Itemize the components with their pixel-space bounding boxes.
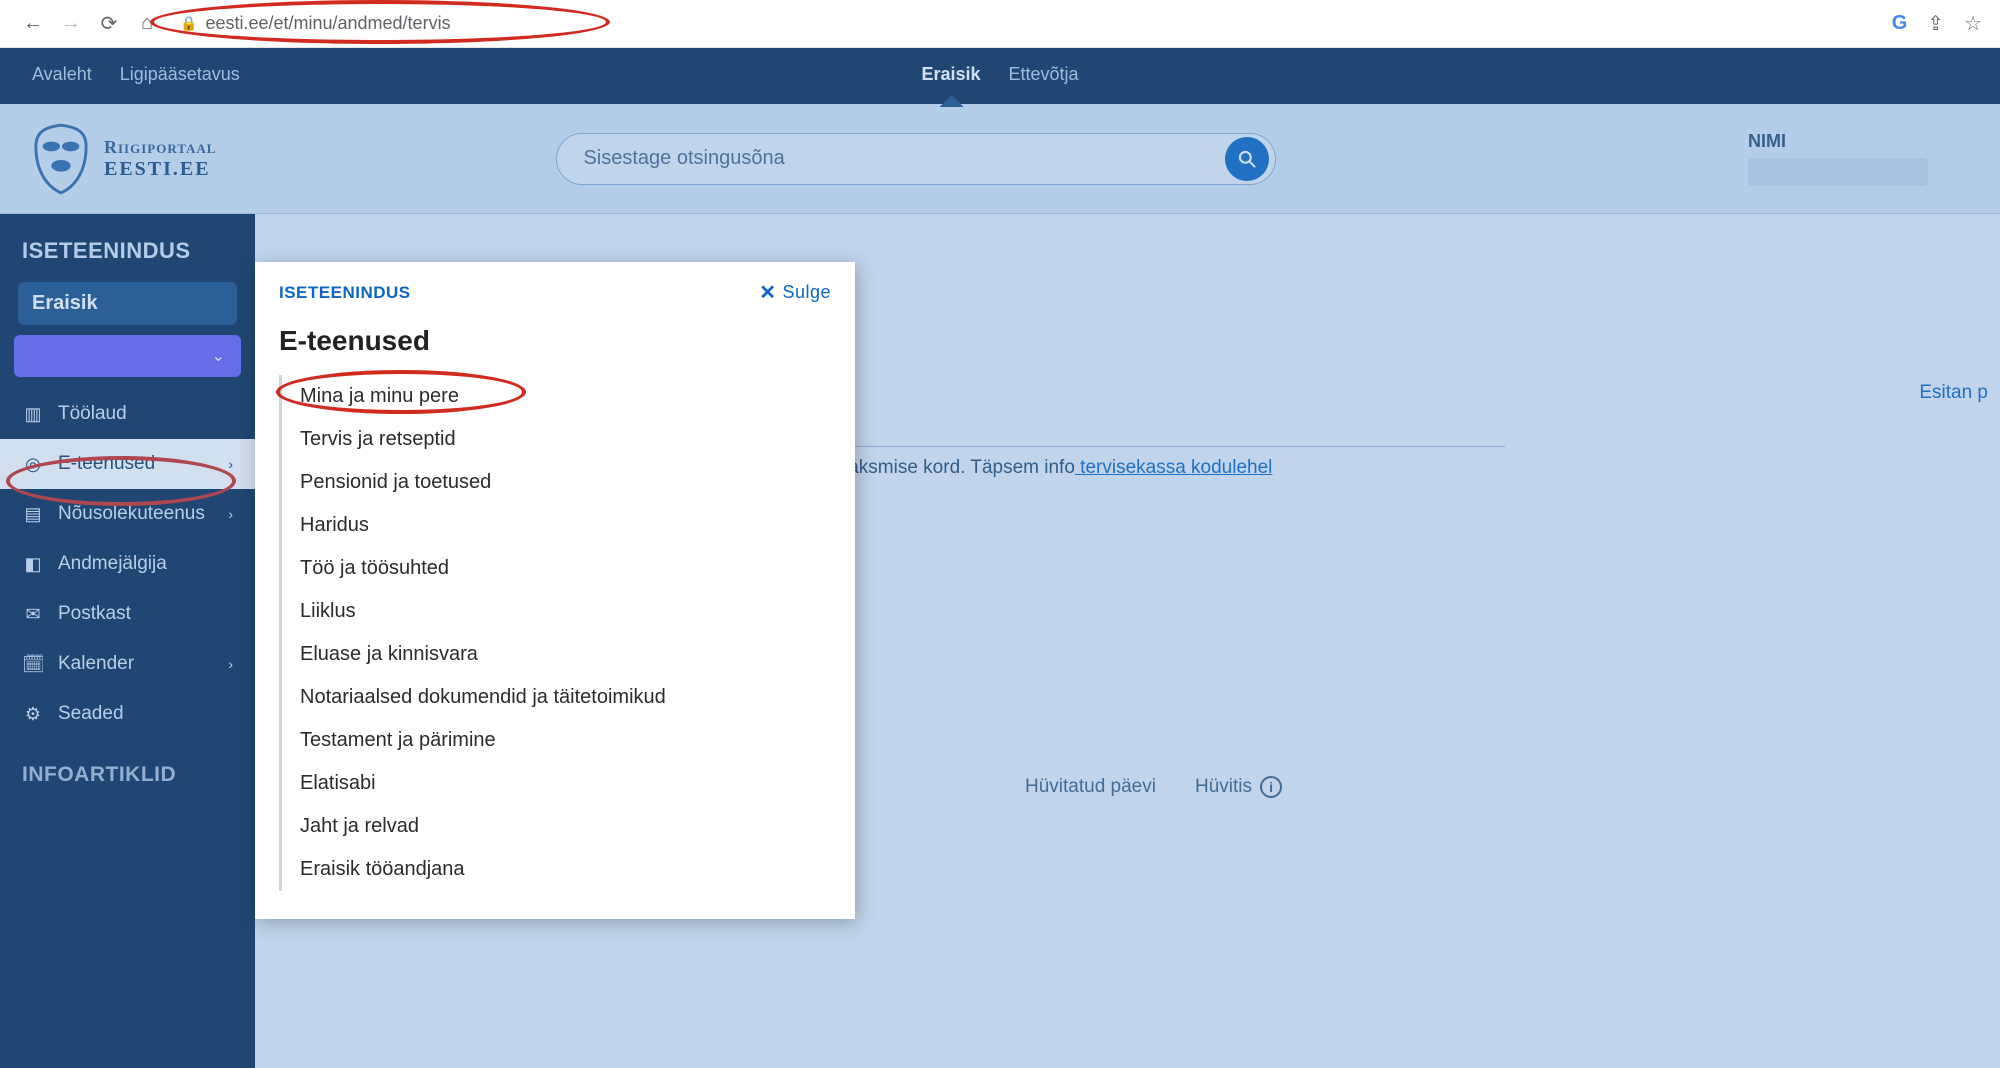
sidebar-item-label: Andmejälgija bbox=[58, 553, 167, 575]
user-block[interactable]: NIMI bbox=[1748, 131, 1928, 186]
bookmark-icon[interactable]: ☆ bbox=[1964, 11, 1982, 36]
sidebar-item-andmejalgija[interactable]: ◧ Andmejälgija bbox=[0, 539, 255, 589]
sidebar-item-toolaud[interactable]: ▥ Töölaud bbox=[0, 389, 255, 439]
flyout-item[interactable]: Haridus bbox=[282, 504, 831, 547]
topnav-home[interactable]: Avaleht bbox=[32, 64, 92, 89]
flyout-list: Mina ja minu pere Tervis ja retseptid Pe… bbox=[279, 375, 831, 891]
sidebar-item-label: Kalender bbox=[58, 653, 134, 675]
sidebar-item-eteenused[interactable]: ◎ E-teenused › bbox=[0, 439, 255, 489]
topnav-tab-eraisik[interactable]: Eraisik bbox=[921, 64, 980, 89]
info-link[interactable]: tervisekassa kodulehel bbox=[1075, 457, 1273, 478]
sidebar-user-dropdown[interactable]: ⌄ bbox=[14, 335, 241, 377]
sidebar-subheading: INFOARTIKLID bbox=[0, 739, 255, 787]
site-logo[interactable]: Riigiportaal EESTI.EE bbox=[32, 123, 216, 195]
sidebar-item-label: Seaded bbox=[58, 703, 124, 725]
reload-button[interactable]: ⟳ bbox=[94, 9, 124, 39]
brand-line2: EESTI.EE bbox=[104, 158, 216, 181]
top-nav: Avaleht Ligipääsetavus Eraisik Ettevõtja bbox=[0, 48, 2000, 104]
home-button[interactable]: ⌂ bbox=[132, 9, 162, 39]
brand-line1: Riigiportaal bbox=[104, 137, 216, 158]
info-icon[interactable]: i bbox=[1260, 776, 1282, 798]
lock-icon: 🔒 bbox=[180, 15, 197, 32]
flyout-item[interactable]: Pensionid ja toetused bbox=[282, 461, 831, 504]
settings-icon: ⚙ bbox=[22, 704, 44, 725]
google-icon[interactable]: G bbox=[1892, 12, 1908, 35]
sidebar-item-label: Töölaud bbox=[58, 403, 127, 425]
flyout-item[interactable]: Jaht ja relvad bbox=[282, 805, 831, 848]
sidebar-item-kalender[interactable]: 🗓 Kalender › bbox=[0, 639, 255, 689]
topnav-accessibility[interactable]: Ligipääsetavus bbox=[120, 64, 240, 89]
col-hyvitis: Hüvitis bbox=[1195, 776, 1252, 798]
flyout-item[interactable]: Elatisabi bbox=[282, 762, 831, 805]
tracker-icon: ◧ bbox=[22, 554, 44, 575]
flyout-item-tervis[interactable]: Tervis ja retseptid bbox=[282, 418, 831, 461]
address-bar[interactable]: 🔒 eesti.ee/et/minu/andmed/tervis bbox=[180, 13, 1862, 34]
search-icon bbox=[1237, 149, 1257, 169]
flyout-heading: ISETEENINDUS bbox=[279, 283, 411, 303]
consent-icon: ▤ bbox=[22, 504, 44, 525]
close-icon: ✕ bbox=[759, 280, 776, 305]
sidebar-item-label: E-teenused bbox=[58, 453, 155, 475]
sidebar-item-nousolek[interactable]: ▤ Nõusolekuteenus › bbox=[0, 489, 255, 539]
search-button[interactable] bbox=[1225, 137, 1269, 181]
user-label: NIMI bbox=[1748, 131, 1786, 151]
mailbox-icon: ✉ bbox=[22, 604, 44, 625]
share-icon[interactable]: ⇪ bbox=[1927, 11, 1944, 36]
sidebar: ISETEENINDUS Eraisik ⌄ ▥ Töölaud ◎ E-tee… bbox=[0, 214, 255, 1068]
flyout-close-label: Sulge bbox=[782, 282, 831, 303]
flyout-item[interactable]: Töö ja töösuhted bbox=[282, 547, 831, 590]
flyout-item[interactable]: Eluase ja kinnisvara bbox=[282, 633, 831, 676]
flyout-item[interactable]: Liiklus bbox=[282, 590, 831, 633]
chevron-right-icon: › bbox=[228, 506, 233, 522]
sidebar-item-postkast[interactable]: ✉ Postkast bbox=[0, 589, 255, 639]
back-button[interactable]: ← bbox=[18, 9, 48, 39]
flyout-item[interactable]: Testament ja pärimine bbox=[282, 719, 831, 762]
site-header: Riigiportaal EESTI.EE NIMI bbox=[0, 104, 2000, 214]
eteenused-flyout: ISETEENINDUS ✕ Sulge E-teenused Mina ja … bbox=[255, 262, 855, 919]
search-box[interactable] bbox=[556, 133, 1276, 185]
url-text: eesti.ee/et/minu/andmed/tervis bbox=[205, 13, 450, 34]
chevron-down-icon: ⌄ bbox=[212, 346, 225, 366]
coat-of-arms-icon bbox=[32, 123, 90, 195]
sidebar-item-label: Postkast bbox=[58, 603, 131, 625]
forward-button[interactable]: → bbox=[56, 9, 86, 39]
chevron-right-icon: › bbox=[228, 456, 233, 472]
calendar-icon: 🗓 bbox=[22, 654, 44, 675]
flyout-item[interactable]: Mina ja minu pere bbox=[282, 375, 831, 418]
search-input[interactable] bbox=[583, 147, 1225, 170]
col-hyvitatud: Hüvitatud päevi bbox=[1025, 776, 1156, 798]
chevron-right-icon: › bbox=[228, 656, 233, 672]
flyout-item[interactable]: Eraisik tööandjana bbox=[282, 848, 831, 891]
user-name-masked bbox=[1748, 158, 1928, 186]
flyout-title: E-teenused bbox=[279, 325, 831, 357]
topnav-tab-ettevotja[interactable]: Ettevõtja bbox=[1009, 64, 1079, 89]
flyout-close[interactable]: ✕ Sulge bbox=[759, 280, 831, 305]
sidebar-item-label: Nõusolekuteenus bbox=[58, 503, 205, 525]
sidebar-item-seaded[interactable]: ⚙ Seaded bbox=[0, 689, 255, 739]
eservices-icon: ◎ bbox=[22, 454, 44, 475]
sidebar-role-tab[interactable]: Eraisik bbox=[18, 282, 237, 325]
link-esitan[interactable]: Esitan p bbox=[1919, 382, 1988, 404]
dashboard-icon: ▥ bbox=[22, 404, 44, 425]
flyout-item[interactable]: Notariaalsed dokumendid ja täitetoimikud bbox=[282, 676, 831, 719]
browser-toolbar: ← → ⟳ ⌂ 🔒 eesti.ee/et/minu/andmed/tervis… bbox=[0, 0, 2000, 48]
sidebar-heading: ISETEENINDUS bbox=[0, 238, 255, 282]
